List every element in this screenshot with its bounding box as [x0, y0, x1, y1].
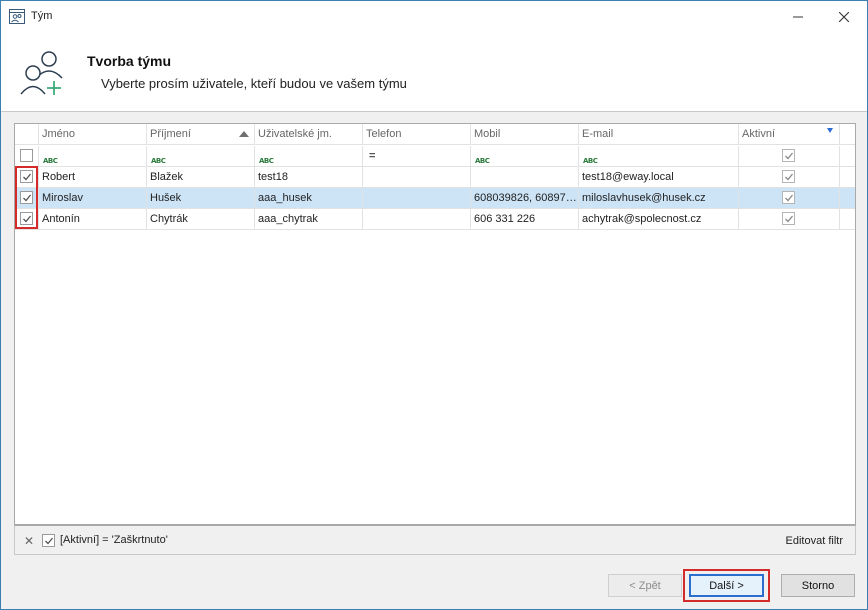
column-header-select[interactable]: [15, 124, 39, 145]
check-icon: [785, 194, 794, 202]
edit-filter-link[interactable]: Editovat filtr: [786, 535, 843, 547]
aktivni-checkbox: [782, 212, 795, 225]
cell-mobil: [471, 167, 579, 187]
column-header-prijmeni[interactable]: Příjmení: [147, 124, 255, 145]
cell-uzivatel: aaa_husek: [255, 188, 363, 208]
text-filter-icon: ABC: [475, 157, 490, 165]
next-button[interactable]: Další >: [689, 574, 764, 597]
cell-email: miloslavhusek@husek.cz: [579, 188, 739, 208]
cell-telefon: [363, 167, 471, 187]
minimize-icon: [793, 16, 803, 17]
add-user-icon: [20, 51, 63, 95]
aktivni-filter-checkbox[interactable]: [782, 149, 795, 162]
column-header-telefon[interactable]: Telefon: [363, 124, 471, 145]
column-header-email[interactable]: E-mail: [579, 124, 739, 145]
filter-cell-mobil[interactable]: ABC: [471, 146, 579, 166]
aktivni-checkbox: [782, 170, 795, 183]
text-filter-icon: ABC: [43, 157, 58, 165]
cell-aktivni: [739, 209, 840, 229]
cell-jmeno: Robert: [39, 167, 147, 187]
filter-cell-uzivatel[interactable]: ABC: [255, 146, 363, 166]
cell-uzivatel: aaa_chytrak: [255, 209, 363, 229]
cancel-button[interactable]: Storno: [781, 574, 855, 597]
check-icon: [785, 215, 794, 223]
text-filter-icon: ABC: [583, 157, 598, 165]
cell-aktivni: [739, 188, 840, 208]
wizard-subtitle: Vyberte prosím uživatele, kteří budou ve…: [101, 76, 407, 91]
column-header-uzivatel[interactable]: Uživatelské jm.: [255, 124, 363, 145]
close-icon: [839, 11, 849, 22]
cell-uzivatel: test18: [255, 167, 363, 187]
close-button[interactable]: [821, 1, 867, 32]
cell-email: test18@eway.local: [579, 167, 739, 187]
checkbox-highlight-box: [15, 166, 38, 229]
filter-cell-prijmeni[interactable]: ABC: [147, 146, 255, 166]
cell-telefon: [363, 188, 471, 208]
column-header-aktivni[interactable]: Aktivní: [739, 124, 840, 145]
title-bar: Tým: [1, 1, 867, 32]
cell-jmeno: Miroslav: [39, 188, 147, 208]
cell-mobil: 606 331 226: [471, 209, 579, 229]
text-filter-icon: ABC: [151, 157, 166, 165]
filter-cell-aktivni[interactable]: [739, 146, 840, 166]
filter-cell-telefon[interactable]: =: [363, 146, 471, 166]
clear-filter-icon[interactable]: ✕: [24, 534, 34, 548]
wizard-header: Tvorba týmu Vyberte prosím uživatele, kt…: [1, 32, 867, 112]
table-row[interactable]: Robert Blažek test18 test18@eway.local: [15, 167, 855, 188]
minimize-button[interactable]: [775, 1, 821, 32]
filter-enabled-checkbox[interactable]: [42, 534, 55, 547]
column-header-aktivni-label: Aktivní: [742, 128, 776, 140]
check-icon: [45, 537, 54, 545]
window-title: Tým: [31, 10, 53, 22]
equals-filter-icon: =: [369, 150, 376, 162]
aktivni-checkbox: [782, 191, 795, 204]
cell-prijmeni: Blažek: [147, 167, 255, 187]
cell-email: achytrak@spolecnost.cz: [579, 209, 739, 229]
dialog-window: Tým Tvorba týmu Vyberte prosím uživatele…: [0, 0, 868, 610]
column-header-prijmeni-label: Příjmení: [150, 128, 191, 140]
column-header-jmeno[interactable]: Jméno: [39, 124, 147, 145]
table-row[interactable]: Miroslav Hušek aaa_husek 608039826, 6089…: [15, 188, 855, 209]
text-filter-icon: ABC: [259, 157, 274, 165]
column-filter-icon[interactable]: [827, 128, 833, 133]
filter-select-all[interactable]: [15, 146, 39, 166]
check-icon: [785, 173, 794, 181]
cell-prijmeni: Chytrák: [147, 209, 255, 229]
cell-telefon: [363, 209, 471, 229]
wizard-title: Tvorba týmu: [87, 53, 172, 69]
cell-prijmeni: Hušek: [147, 188, 255, 208]
table-row[interactable]: Antonín Chytrák aaa_chytrak 606 331 226 …: [15, 209, 855, 230]
cell-aktivni: [739, 167, 840, 187]
sort-ascending-icon: [239, 131, 249, 137]
grid-header-row: Jméno Příjmení Uživatelské jm. Telefon M…: [15, 124, 855, 145]
cell-jmeno: Antonín: [39, 209, 147, 229]
filter-panel: ✕ [Aktivní] = 'Zaškrtnuto' Editovat filt…: [14, 525, 856, 555]
column-header-mobil[interactable]: Mobil: [471, 124, 579, 145]
grid-filter-row: ABC ABC ABC = ABC ABC: [15, 146, 855, 167]
back-button[interactable]: < Zpět: [608, 574, 682, 597]
cell-mobil: 608039826, 60897…: [471, 188, 579, 208]
select-all-checkbox[interactable]: [20, 149, 33, 162]
filter-cell-jmeno[interactable]: ABC: [39, 146, 147, 166]
filter-cell-email[interactable]: ABC: [579, 146, 739, 166]
team-app-icon: [9, 9, 25, 24]
check-icon: [785, 152, 794, 160]
filter-expression[interactable]: [Aktivní] = 'Zaškrtnuto': [60, 534, 168, 546]
users-grid[interactable]: Jméno Příjmení Uživatelské jm. Telefon M…: [14, 123, 856, 525]
